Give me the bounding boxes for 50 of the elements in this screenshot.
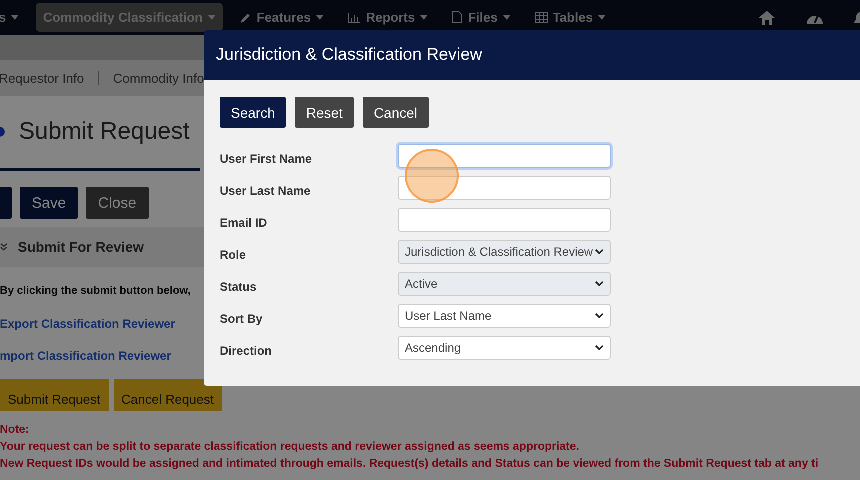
section-title: Submit For Review	[18, 239, 144, 255]
caret-icon	[316, 15, 324, 20]
bar-chart-icon	[348, 12, 362, 24]
select-field[interactable]: Ascending	[398, 336, 611, 360]
bell-icon[interactable]	[854, 10, 860, 26]
nav-menu-item[interactable]: Features	[232, 3, 332, 32]
field-label: Direction	[220, 342, 274, 358]
caret-icon	[598, 15, 606, 20]
input-field[interactable]	[398, 176, 611, 200]
chevron-icon	[0, 243, 8, 251]
dialog-button[interactable]: Search	[220, 97, 286, 128]
action-button[interactable]: Cancel Request	[114, 379, 222, 411]
select-field[interactable]: User Last Name	[398, 304, 611, 328]
page-title: Submit Request	[19, 118, 190, 146]
dialog-button[interactable]: Reset	[295, 97, 354, 128]
instruction-text: By clicking the submit button below,	[0, 285, 191, 297]
click-indicator	[405, 149, 459, 203]
action-button[interactable]: Submit Request	[0, 379, 108, 411]
note-text: Your request can be split to separate classification requests and reviewer assigned as seems appropriate.	[0, 440, 580, 455]
nav-menu-item[interactable]: Reports	[341, 3, 436, 32]
file-icon	[452, 11, 464, 24]
caret-icon	[420, 15, 428, 20]
caret-icon	[595, 249, 604, 255]
input-field[interactable]	[398, 208, 611, 232]
dialog-title: Jurisdiction & Classification Review	[216, 45, 482, 65]
field-label: Role	[220, 246, 248, 262]
page-button[interactable]: Save	[20, 187, 78, 219]
nav-menu-item[interactable]: Tables	[528, 3, 614, 32]
caret-icon	[595, 313, 604, 319]
home-icon[interactable]	[758, 10, 776, 26]
dialog-button[interactable]: Cancel	[362, 97, 429, 128]
note-text: New Request IDs would be assigned and intimated through emails. Request(s) details and Status can be viewed from the Submit Request tab at any ti	[0, 457, 820, 472]
breadcrumb-tab[interactable]: Requestor Info	[0, 70, 84, 86]
note-text: Note:	[0, 423, 30, 438]
pencil-icon	[240, 12, 252, 24]
breadcrumb-tab[interactable]: Commodity Info	[113, 70, 204, 86]
nav-menu-item[interactable]: Files	[445, 3, 518, 32]
caret-icon	[208, 15, 216, 20]
field-label: Email ID	[220, 214, 268, 230]
input-field[interactable]	[398, 144, 611, 168]
field-label: User First Name	[220, 150, 314, 166]
caret-icon	[502, 15, 511, 20]
page-button[interactable]: Close	[86, 187, 149, 219]
caret-icon	[595, 281, 604, 287]
field-label: Sort By	[220, 310, 264, 326]
field-label: Status	[220, 278, 258, 294]
caret-icon	[595, 345, 604, 351]
table-icon	[534, 12, 548, 23]
caret-icon	[11, 15, 20, 20]
field-label: User Last Name	[220, 182, 312, 198]
